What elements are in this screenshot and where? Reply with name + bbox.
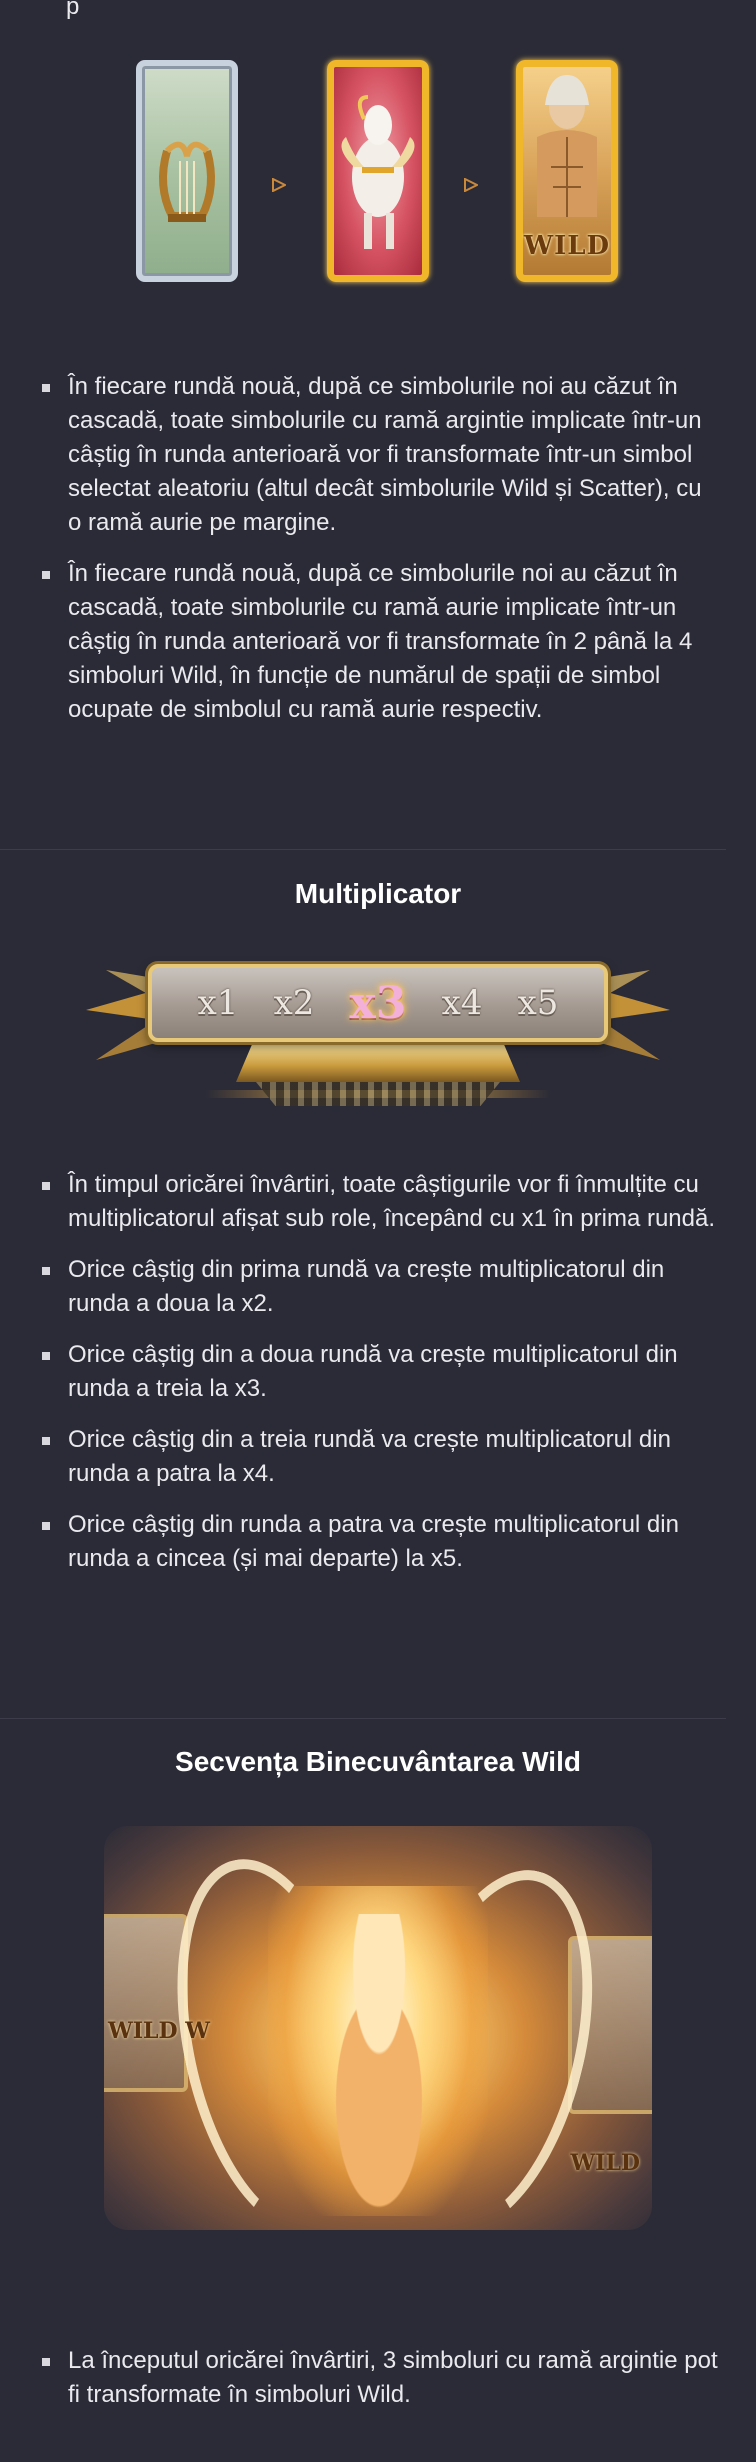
multiplier-base-ornament bbox=[236, 1042, 520, 1082]
multiplier-x5: x5 bbox=[517, 983, 559, 1023]
list-item-text: Orice câștig din prima rundă va crește m… bbox=[68, 1256, 665, 1317]
winged-horse-icon bbox=[341, 95, 415, 249]
list-item: La începutul oricărei învârtiri, 3 simbo… bbox=[40, 2344, 720, 2412]
list-item-text: Orice câștig din a doua rundă va crește … bbox=[68, 1341, 678, 1402]
wild-label-left: WILD W bbox=[108, 2018, 210, 2044]
partial-top-text: p bbox=[66, 0, 80, 20]
list-item: Orice câștig din prima rundă va crește m… bbox=[40, 1253, 720, 1321]
list-item-text: În fiecare rundă nouă, după ce simboluri… bbox=[68, 560, 693, 723]
list-item: Orice câștig din a treia rundă va crește… bbox=[40, 1423, 720, 1491]
list-item-text: În fiecare rundă nouă, după ce simboluri… bbox=[68, 373, 702, 536]
bullet-icon bbox=[42, 1182, 50, 1190]
section-divider bbox=[0, 1718, 726, 1719]
list-item-text: La începutul oricărei învârtiri, 3 simbo… bbox=[68, 2347, 718, 2408]
list-item: Orice câștig din runda a patra va crește… bbox=[40, 1508, 720, 1576]
multiplier-x3-active: x3 bbox=[349, 977, 407, 1029]
rules-list-multiplier: În timpul oricărei învârtiri, toate câșt… bbox=[40, 1168, 720, 1593]
zeus-wild-symbol-gold-frame: WILD bbox=[516, 60, 618, 282]
multiplier-x2: x2 bbox=[273, 983, 315, 1023]
bullet-icon bbox=[42, 1522, 50, 1530]
multiplier-bar-illustration: x1 x2 x3 x4 x5 bbox=[86, 950, 670, 1120]
multiplier-plate: x1 x2 x3 x4 x5 bbox=[148, 964, 608, 1042]
list-item: Orice câștig din a doua rundă va crește … bbox=[40, 1338, 720, 1406]
list-item-text: În timpul oricărei învârtiri, toate câșt… bbox=[68, 1171, 716, 1232]
symbol-transformation-illustration: WILD bbox=[0, 60, 756, 286]
lyre-symbol-silver-frame bbox=[136, 60, 238, 282]
bullet-icon bbox=[42, 2358, 50, 2366]
bullet-icon bbox=[42, 571, 50, 579]
arrow-right-icon bbox=[272, 178, 286, 192]
bullet-icon bbox=[42, 1352, 50, 1360]
wild-label: WILD bbox=[523, 231, 611, 261]
multiplier-x4: x4 bbox=[441, 983, 483, 1023]
list-item-text: Orice câștig din runda a patra va crește… bbox=[68, 1511, 679, 1572]
wild-blessing-illustration: WILD W WILD bbox=[104, 1826, 652, 2230]
zeus-figure bbox=[304, 1914, 454, 2214]
side-wild-card-left bbox=[104, 1914, 188, 2092]
section-title-wild-blessing: Secvența Binecuvântarea Wild bbox=[175, 1746, 581, 1777]
bullet-icon bbox=[42, 1437, 50, 1445]
list-item-text: Orice câștig din a treia rundă va crește… bbox=[68, 1426, 671, 1487]
arrow-right-icon bbox=[464, 178, 478, 192]
rules-list-wild-blessing: La începutul oricărei învârtiri, 3 simbo… bbox=[40, 2344, 720, 2429]
list-item: În fiecare rundă nouă, după ce simboluri… bbox=[40, 370, 720, 540]
list-item: În timpul oricărei învârtiri, toate câșt… bbox=[40, 1168, 720, 1236]
bullet-icon bbox=[42, 384, 50, 392]
wild-label-right: WILD bbox=[570, 2150, 640, 2176]
multiplier-x1: x1 bbox=[197, 983, 239, 1023]
section-title-multiplier: Multiplicator bbox=[294, 878, 462, 909]
lyre-icon bbox=[159, 141, 215, 222]
winged-horse-symbol-gold-frame bbox=[327, 60, 429, 282]
bullet-icon bbox=[42, 1267, 50, 1275]
multiplier-pillars-ornament bbox=[256, 1082, 500, 1106]
list-item: În fiecare rundă nouă, după ce simboluri… bbox=[40, 557, 720, 727]
section-divider bbox=[0, 849, 726, 850]
rules-list-frames: În fiecare rundă nouă, după ce simboluri… bbox=[40, 370, 720, 744]
